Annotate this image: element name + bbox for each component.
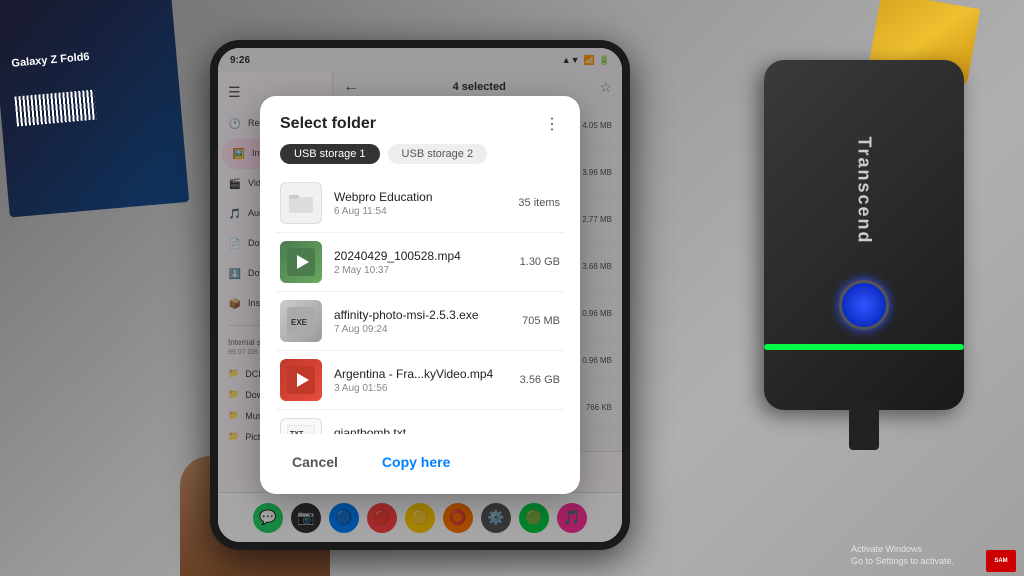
modal-actions: Cancel Copy here [260,434,580,494]
modal-fsize-3: 705 MB [522,315,560,327]
activate-line2: Go to Settings to activate. [851,555,954,568]
modal-file-thumb-3: EXE [280,300,322,342]
modal-file-item-2[interactable]: 20240429_100528.mp4 2 May 10:37 1.30 GB [276,233,564,292]
modal-fname-1: Webpro Education [334,190,506,204]
transcend-button [839,280,889,330]
select-folder-modal: Select folder ⋮ USB storage 1 USB storag… [260,96,580,494]
modal-overlay: Select folder ⋮ USB storage 1 USB storag… [218,48,622,542]
modal-fsize-2: 1.30 GB [520,256,560,268]
modal-title: Select folder [280,115,376,133]
copy-here-button[interactable]: Copy here [370,448,462,476]
modal-usb-tab-1[interactable]: USB storage 1 [280,144,380,164]
modal-file-thumb-4 [280,359,322,401]
usb-cable [849,400,879,450]
modal-file-list: Webpro Education 6 Aug 11:54 35 items 20… [260,174,580,434]
galaxy-box: Galaxy Z Fold6 [0,0,189,217]
modal-fmeta-1: 6 Aug 11:54 [334,206,506,217]
barcode [14,90,96,127]
transcend-green-strip [764,344,964,350]
modal-fname-4: Argentina - Fra...kyVideo.mp4 [334,367,508,381]
modal-fname-5: giantbomb.txt [334,426,519,435]
svg-text:EXE: EXE [291,318,308,327]
modal-file-item-4[interactable]: Argentina - Fra...kyVideo.mp4 3 Aug 01:5… [276,351,564,410]
modal-header: Select folder ⋮ [260,96,580,144]
modal-fmeta-3: 7 Aug 09:24 [334,324,510,335]
modal-usb-tabs: USB storage 1 USB storage 2 [260,144,580,174]
modal-fname-2: 20240429_100528.mp4 [334,249,508,263]
modal-fname-3: affinity-photo-msi-2.5.3.exe [334,308,510,322]
modal-file-info-5: giantbomb.txt 7 Aug 09:29 [334,426,519,435]
modal-file-item-5[interactable]: TXT giantbomb.txt 7 Aug 09:29 452 B [276,410,564,434]
transcend-label: Transcend [854,136,875,244]
phone-screen: 9:26 ▲▼ 📶 🔋 ☰ 🕐 Recent files 🖼️ [218,48,622,542]
modal-fmeta-2: 2 May 10:37 [334,265,508,276]
modal-fsize-4: 3.56 GB [520,374,560,386]
modal-file-info-2: 20240429_100528.mp4 2 May 10:37 [334,249,508,276]
svg-text:TXT: TXT [290,431,304,434]
modal-file-info-1: Webpro Education 6 Aug 11:54 [334,190,506,217]
modal-fmeta-4: 3 Aug 01:56 [334,383,508,394]
modal-file-thumb-5: TXT [280,418,322,434]
phone-device: 9:26 ▲▼ 📶 🔋 ☰ 🕐 Recent files 🖼️ [210,40,630,550]
modal-file-thumb-1 [280,182,322,224]
cancel-button[interactable]: Cancel [280,448,350,476]
modal-file-item-1[interactable]: Webpro Education 6 Aug 11:54 35 items [276,174,564,233]
modal-file-info-4: Argentina - Fra...kyVideo.mp4 3 Aug 01:5… [334,367,508,394]
galaxy-box-text: Galaxy Z Fold6 [11,50,90,72]
modal-usb-tab-2[interactable]: USB storage 2 [388,144,488,164]
modal-fsize-1: 35 items [518,197,560,209]
activate-line1: Activate Windows [851,543,954,556]
modal-fsize-5: 452 B [531,433,560,434]
modal-file-info-3: affinity-photo-msi-2.5.3.exe 7 Aug 09:24 [334,308,510,335]
activate-windows-watermark: Activate Windows Go to Settings to activ… [851,543,954,568]
samsung-logo: SAM [986,550,1016,572]
transcend-hdd: Transcend [764,60,964,410]
modal-menu-icon[interactable]: ⋮ [544,114,560,134]
modal-file-thumb-2 [280,241,322,283]
modal-file-item-3[interactable]: EXE affinity-photo-msi-2.5.3.exe 7 Aug 0… [276,292,564,351]
